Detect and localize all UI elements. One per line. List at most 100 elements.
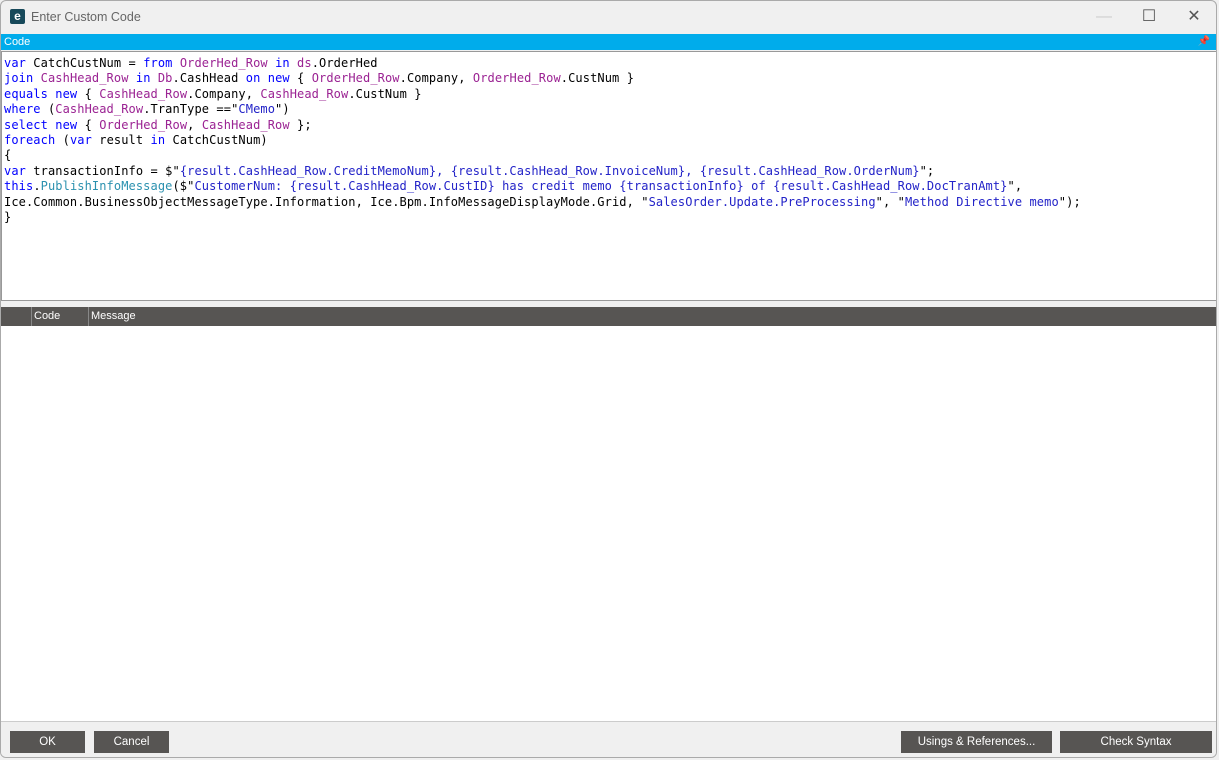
code-token: var	[69, 133, 92, 148]
cancel-button[interactable]: Cancel	[94, 731, 169, 753]
code-editor[interactable]: var CatchCustNum = from OrderHed_Row in …	[1, 51, 1216, 301]
code-token: this	[4, 179, 34, 194]
code-token: ";	[919, 163, 935, 178]
code-token: };	[289, 117, 312, 132]
code-token: CatchCustNum)	[165, 133, 268, 148]
code-token: in	[275, 56, 290, 70]
code-token: (	[40, 102, 56, 117]
code-line: select new { OrderHed_Row, CashHead_Row …	[4, 117, 1216, 133]
code-token: {	[77, 86, 100, 101]
close-button[interactable]: ✕	[1174, 5, 1214, 29]
code-token: CashHead_Row	[201, 117, 290, 132]
code-token: OrderHed_Row	[179, 56, 268, 70]
code-token: OrderHed_Row	[472, 71, 561, 86]
code-token: select	[4, 117, 48, 132]
code-token: ($"	[172, 179, 195, 194]
code-line: }	[4, 210, 1216, 225]
code-token: OrderHed_Row	[311, 71, 400, 86]
code-line: equals new { CashHead_Row.Company, CashH…	[4, 86, 1216, 102]
code-token: {	[4, 148, 12, 163]
code-token: .Company,	[399, 71, 473, 86]
code-token: ,	[187, 117, 202, 132]
code-line: {	[4, 148, 1216, 163]
code-token: SalesOrder.Update.PreProcessing	[648, 194, 876, 209]
code-token: OrderHed_Row	[99, 117, 188, 132]
code-token: foreach	[4, 133, 56, 148]
code-token: var	[4, 163, 26, 178]
footer-bar: OK Cancel Usings & References... Check S…	[1, 721, 1216, 757]
check-syntax-button[interactable]: Check Syntax	[1060, 731, 1212, 753]
code-token: .TranType =="	[143, 102, 239, 117]
usings-references-button[interactable]: Usings & References...	[901, 731, 1052, 753]
code-token: .CustNum }	[348, 86, 422, 101]
code-token: CashHead_Row	[99, 86, 188, 101]
grid-header: Code Message	[1, 307, 1216, 326]
code-line: var transactionInfo = $"{result.CashHead…	[4, 163, 1216, 179]
code-token: ", "	[875, 194, 905, 209]
code-panel-header: Code 📌	[1, 34, 1216, 50]
code-token: CashHead_Row	[40, 71, 129, 86]
custom-code-window: e Enter Custom Code — ☐ ✕ Code 📌 var Cat…	[0, 0, 1217, 758]
code-token: {result.CashHead_Row.CreditMemoNum}, {re…	[179, 163, 920, 178]
code-token: Method Directive memo	[904, 194, 1059, 209]
code-token: new	[267, 71, 290, 86]
grid-column-selector[interactable]	[1, 307, 32, 326]
minimize-button[interactable]: —	[1084, 5, 1124, 29]
code-token: CatchCustNum =	[25, 56, 144, 70]
code-token: ",	[1007, 179, 1023, 194]
code-token: transactionInfo = $"	[25, 163, 180, 178]
code-token: in	[135, 71, 151, 86]
code-token: result	[91, 133, 151, 148]
code-token: {	[289, 71, 312, 86]
code-line: join CashHead_Row in Db.CashHead on new …	[4, 71, 1216, 86]
code-token: from	[143, 56, 173, 70]
code-token: {	[77, 117, 100, 132]
code-token: Db	[157, 71, 173, 86]
code-token: .	[33, 179, 41, 194]
code-token: ds	[297, 56, 312, 70]
code-line: where (CashHead_Row.TranType =="CMemo")	[4, 102, 1216, 117]
code-token: var	[4, 56, 26, 70]
code-line: Ice.Common.BusinessObjectMessageType.Inf…	[4, 194, 1216, 210]
ok-button[interactable]: OK	[10, 731, 85, 753]
maximize-button[interactable]: ☐	[1129, 5, 1169, 29]
code-token: .CustNum }	[560, 71, 635, 86]
title-bar: e Enter Custom Code — ☐ ✕	[1, 1, 1216, 33]
code-token: new	[55, 86, 78, 101]
code-token: CashHead_Row	[55, 102, 144, 117]
grid-column-message[interactable]: Message	[89, 307, 1216, 326]
code-token: in	[150, 133, 166, 148]
code-line: foreach (var result in CatchCustNum)	[4, 133, 1216, 148]
grid-column-code[interactable]: Code	[32, 307, 89, 326]
window-title: Enter Custom Code	[31, 10, 141, 24]
code-token: new	[55, 117, 78, 132]
code-token: equals	[4, 86, 48, 101]
app-logo-icon: e	[10, 9, 25, 24]
code-panel-title: Code	[4, 36, 31, 48]
code-token: }	[4, 210, 12, 225]
code-line: this.PublishInfoMessage($"CustomerNum: {…	[4, 179, 1216, 194]
pin-icon[interactable]: 📌	[1198, 34, 1210, 50]
code-token: ");	[1058, 194, 1081, 209]
code-token: on	[245, 71, 261, 86]
code-token: CustomerNum: {result.CashHead_Row.CustID…	[194, 179, 1008, 194]
code-token: .CashHead	[172, 71, 246, 86]
code-token: join	[4, 71, 34, 86]
code-token: PublishInfoMessage	[40, 179, 173, 194]
code-token: Ice.Common.BusinessObjectMessageType.Inf…	[4, 194, 649, 209]
messages-grid: Code Message	[1, 307, 1216, 721]
code-token: CashHead_Row	[260, 86, 349, 101]
code-token: (	[55, 133, 70, 148]
code-token: ")	[275, 102, 290, 117]
code-token: .OrderHed	[311, 56, 378, 70]
code-token: CMemo	[238, 102, 276, 117]
code-token: .Company,	[187, 86, 261, 101]
code-line: var CatchCustNum = from OrderHed_Row in …	[4, 56, 1216, 71]
code-token: where	[4, 102, 41, 117]
